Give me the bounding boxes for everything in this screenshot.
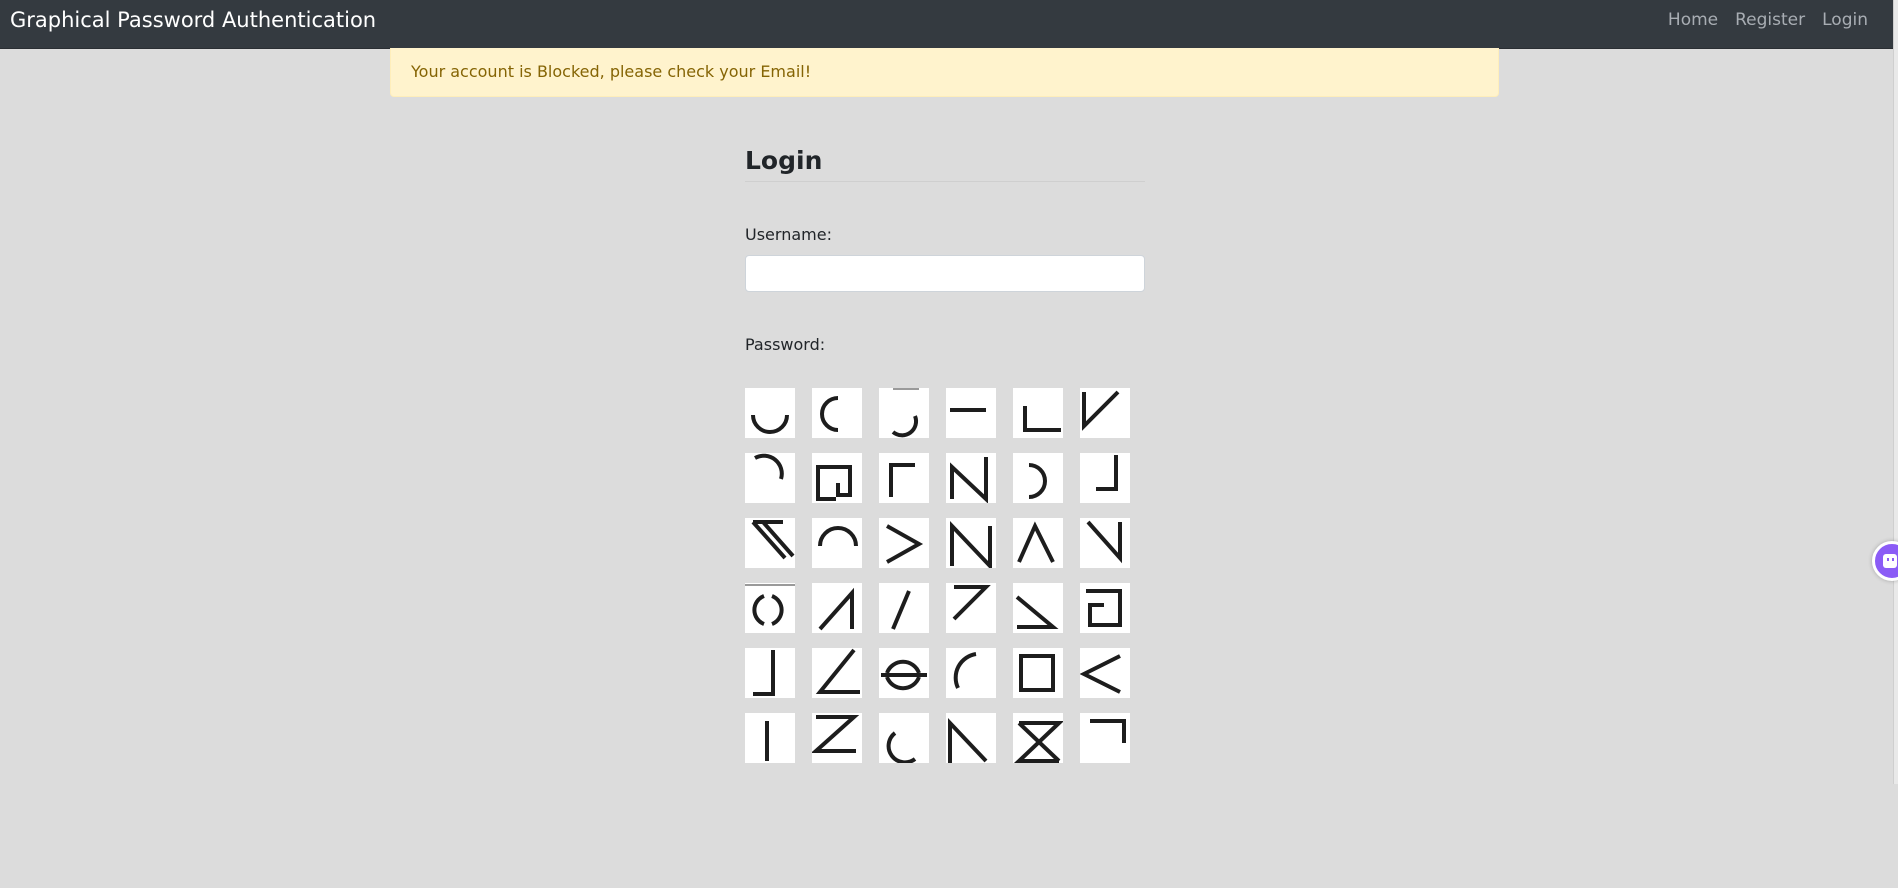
blocked-alert: Your account is Blocked, please check yo… <box>390 48 1499 97</box>
nav-home-link[interactable]: Home <box>1668 10 1718 30</box>
less-than-icon[interactable] <box>1080 648 1130 698</box>
arc-top-icon[interactable] <box>812 518 862 568</box>
page-title: Login <box>745 145 1145 182</box>
seven-shape-icon[interactable] <box>946 583 996 633</box>
n-shape-icon[interactable] <box>946 453 996 503</box>
sigma-shape-icon[interactable] <box>1013 713 1063 763</box>
circle-split-icon[interactable] <box>745 583 795 633</box>
letter-z-icon[interactable] <box>812 713 862 763</box>
corner-bottom-left-icon[interactable] <box>1013 388 1063 438</box>
arc-top-right-icon[interactable] <box>745 453 795 503</box>
navbar: Graphical Password Authentication Home R… <box>0 0 1894 49</box>
diagonal-down-right-icon[interactable] <box>1080 518 1130 568</box>
chat-bot-icon[interactable] <box>1872 541 1898 581</box>
login-form: Login Username: Password: <box>745 145 1145 763</box>
triangle-left-icon[interactable] <box>946 713 996 763</box>
diagonal-top-left-icon[interactable] <box>745 518 795 568</box>
circle-open-icon[interactable] <box>879 648 929 698</box>
corner-bottom-right-small-icon[interactable] <box>745 648 795 698</box>
arc-left-icon[interactable] <box>812 388 862 438</box>
nav-links: Home Register Login <box>1668 10 1868 30</box>
arc-right-icon[interactable] <box>1013 453 1063 503</box>
arc-bottom-left-icon[interactable] <box>879 713 929 763</box>
scrollbar[interactable] <box>1893 0 1898 784</box>
triangle-down-right-icon[interactable] <box>1013 583 1063 633</box>
horizontal-line-icon[interactable] <box>946 388 996 438</box>
triangle-slash-icon[interactable] <box>812 583 862 633</box>
bracket-square-icon[interactable] <box>1080 583 1130 633</box>
forward-slash-icon[interactable] <box>879 583 929 633</box>
arc-top-left-icon[interactable] <box>946 648 996 698</box>
password-image-grid <box>745 388 1145 888</box>
square-icon[interactable] <box>1013 648 1063 698</box>
password-label: Password: <box>745 335 826 354</box>
v-slash-icon[interactable] <box>1080 388 1130 438</box>
corner-top-left-icon[interactable] <box>879 453 929 503</box>
brand-title[interactable]: Graphical Password Authentication <box>10 8 376 32</box>
angle-icon[interactable] <box>812 648 862 698</box>
nav-login-link[interactable]: Login <box>1822 10 1868 30</box>
username-label: Username: <box>745 225 832 244</box>
greater-than-icon[interactable] <box>879 518 929 568</box>
arc-bottom-icon[interactable] <box>745 388 795 438</box>
caret-up-icon[interactable] <box>1013 518 1063 568</box>
corner-bottom-right-icon[interactable] <box>1080 453 1130 503</box>
arc-bottom-right-icon[interactable] <box>879 388 929 438</box>
corner-top-right-icon[interactable] <box>1080 713 1130 763</box>
letter-n-icon[interactable] <box>946 518 996 568</box>
username-input[interactable] <box>745 255 1145 292</box>
nav-register-link[interactable]: Register <box>1735 10 1805 30</box>
vertical-line-icon[interactable] <box>745 713 795 763</box>
double-square-bracket-icon[interactable] <box>812 453 862 503</box>
